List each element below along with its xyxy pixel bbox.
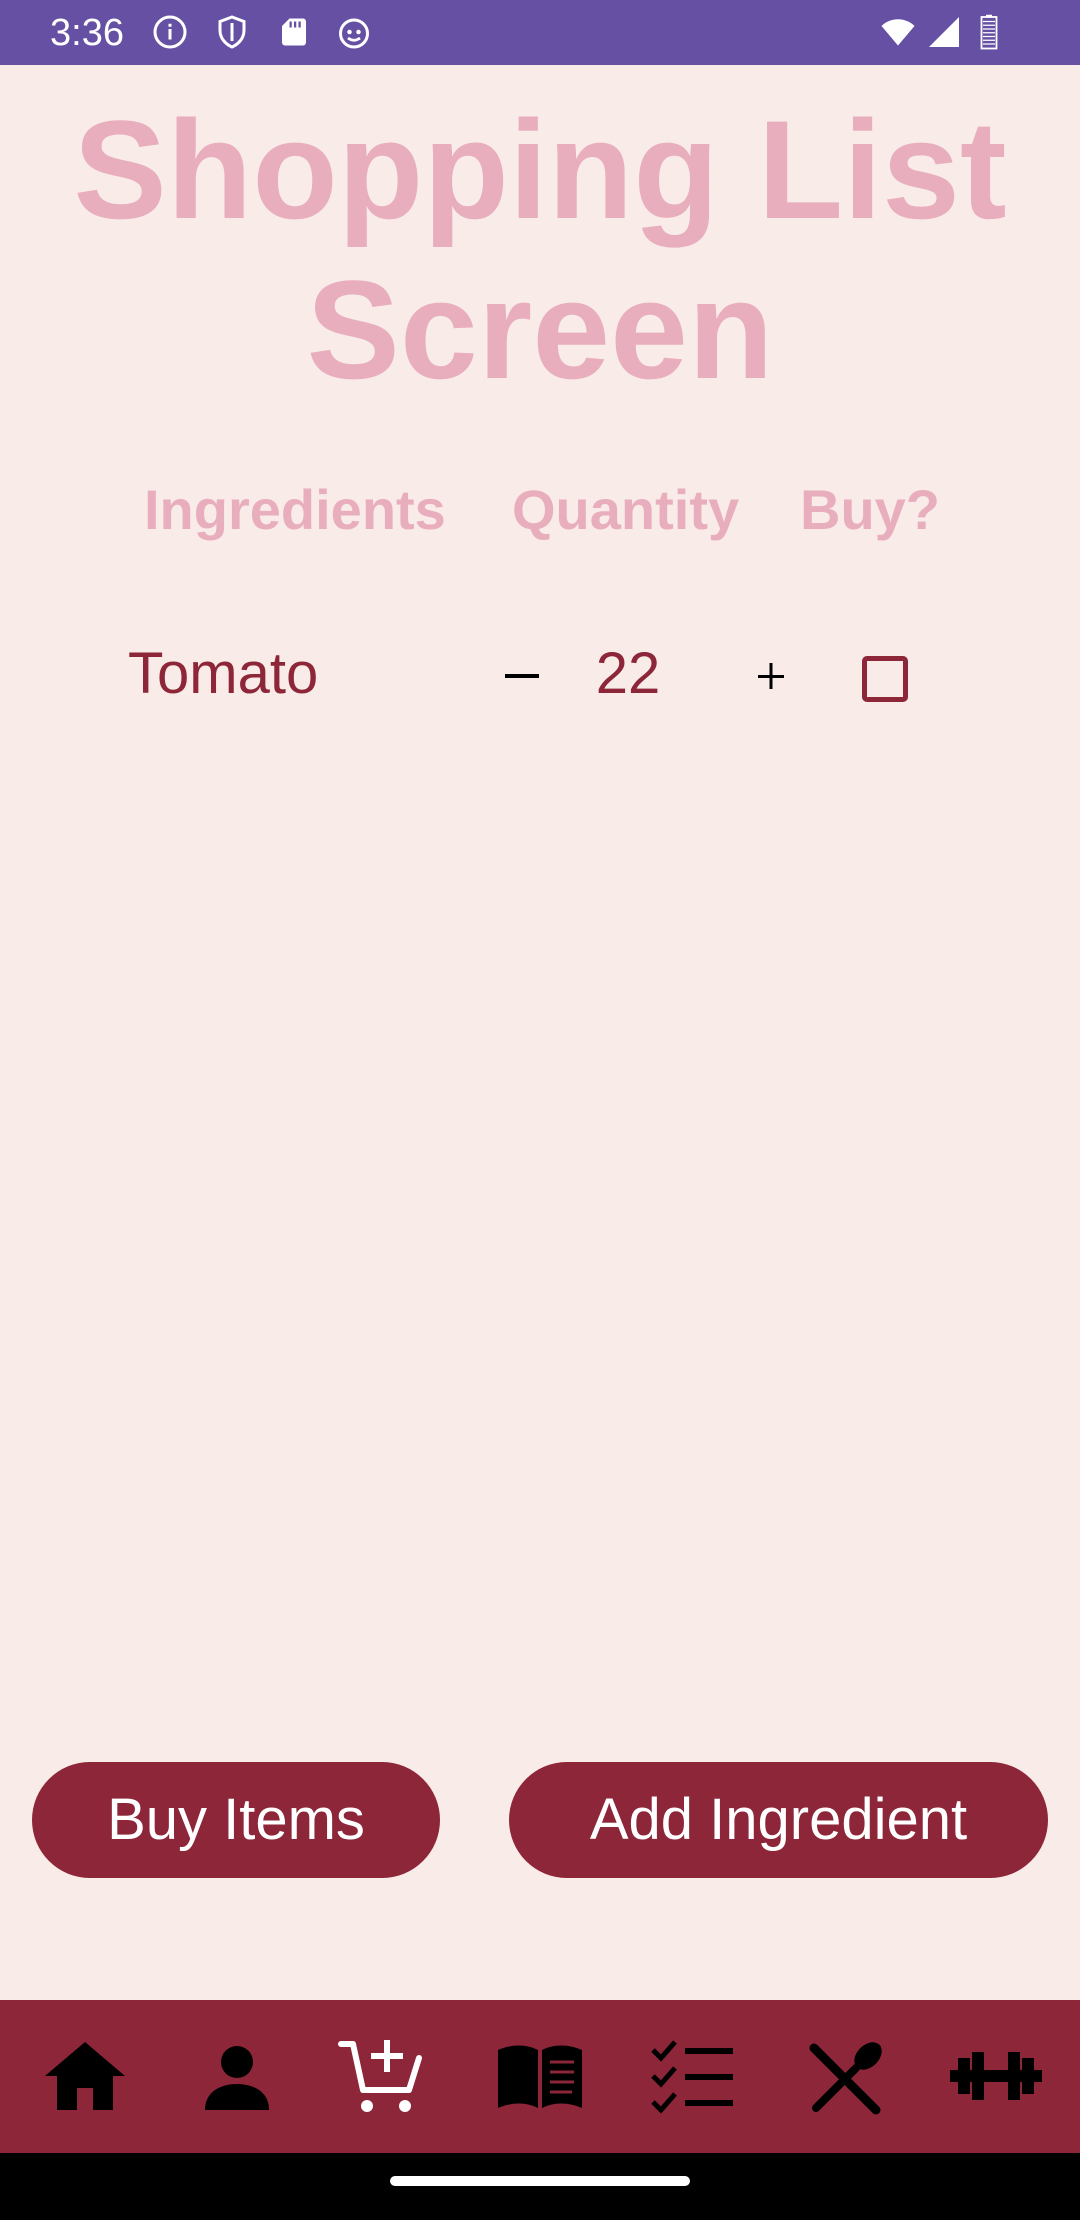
nav-home[interactable] xyxy=(37,2028,133,2124)
page-title: Shopping List Screen xyxy=(73,91,1007,408)
status-time: 3:36 xyxy=(50,12,124,54)
decrement-quantity-button[interactable] xyxy=(487,641,557,711)
book-icon xyxy=(498,2045,582,2108)
signal-icon xyxy=(926,14,962,50)
column-header-ingredients: Ingredients xyxy=(144,478,446,541)
buy-items-button[interactable]: Buy Items xyxy=(32,1762,440,1878)
dumbbell-icon xyxy=(950,2052,1042,2100)
dining-icon xyxy=(809,2042,882,2115)
person-icon xyxy=(205,2046,269,2110)
wifi-icon xyxy=(880,14,920,50)
nav-recipes[interactable] xyxy=(492,2028,588,2124)
buy-checkbox[interactable] xyxy=(862,656,908,702)
add-to-cart-icon xyxy=(338,2040,422,2112)
home-gesture-handle[interactable] xyxy=(390,2176,690,2186)
increment-quantity-button[interactable] xyxy=(736,641,806,711)
status-bar: 3:36 xyxy=(0,0,1080,65)
minus-icon xyxy=(505,674,539,678)
column-header-buy: Buy? xyxy=(800,478,940,541)
quantity-value: 22 xyxy=(595,641,661,706)
android-debug-icon xyxy=(336,14,372,50)
ingredient-name: Tomato xyxy=(128,641,319,706)
nav-fitness[interactable] xyxy=(948,2028,1044,2124)
shield-icon xyxy=(214,14,250,50)
nav-checklist[interactable] xyxy=(645,2028,741,2124)
nav-profile[interactable] xyxy=(189,2028,285,2124)
nav-meals[interactable] xyxy=(798,2028,894,2124)
bottom-navigation xyxy=(0,2000,1080,2153)
nav-shopping-list[interactable] xyxy=(335,2028,431,2124)
system-gesture-bar xyxy=(0,2153,1080,2220)
add-ingredient-button[interactable]: Add Ingredient xyxy=(509,1762,1048,1878)
sd-card-icon xyxy=(276,14,312,50)
column-header-quantity: Quantity xyxy=(512,478,740,541)
plus-icon xyxy=(758,663,784,689)
battery-icon xyxy=(976,14,1002,50)
checklist-icon xyxy=(651,2040,733,2114)
info-icon xyxy=(152,14,188,50)
home-icon xyxy=(45,2042,125,2110)
